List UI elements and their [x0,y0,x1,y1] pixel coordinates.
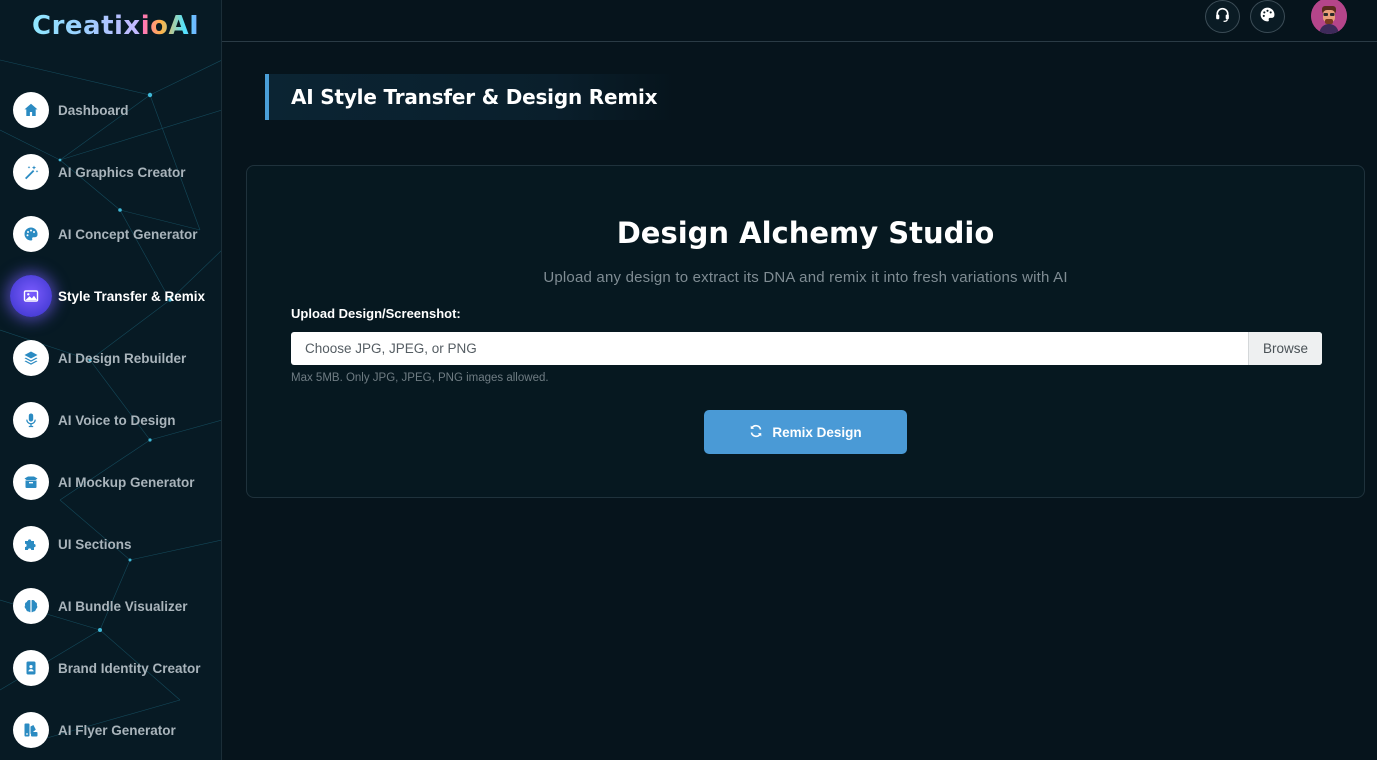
box-icon [13,464,49,500]
theme-button[interactable] [1250,0,1285,33]
sidebar-item-label: AI Design Rebuilder [58,350,187,366]
swatch-icon [13,712,49,748]
page-title-bar: AI Style Transfer & Design Remix [265,74,675,120]
sidebar-item-ai-flyer-generator[interactable]: AI Flyer Generator [0,699,221,760]
sidebar-item-ai-graphics-creator[interactable]: AI Graphics Creator [0,141,221,203]
sidebar-item-label: AI Concept Generator [58,226,198,242]
sidebar-item-dashboard[interactable]: Dashboard [0,79,221,141]
file-input-placeholder: Choose JPG, JPEG, or PNG [305,341,477,356]
remix-design-label: Remix Design [772,424,862,440]
sidebar-item-label: Brand Identity Creator [58,660,201,676]
brain-icon [13,588,49,624]
sidebar-item-ai-design-rebuilder[interactable]: AI Design Rebuilder [0,327,221,389]
top-header [222,0,1377,42]
sidebar-item-label: AI Mockup Generator [58,474,195,490]
card-title: Design Alchemy Studio [616,216,995,250]
palette-icon [13,216,49,252]
card-subtitle: Upload any design to extract its DNA and… [543,269,1068,286]
sidebar-item-label: Style Transfer & Remix [58,288,206,304]
sidebar-item-ai-bundle-visualizer[interactable]: AI Bundle Visualizer [0,575,221,637]
user-avatar[interactable] [1311,0,1347,34]
remix-design-button[interactable]: Remix Design [704,410,907,454]
sidebar-item-ai-voice-to-design[interactable]: AI Voice to Design [0,389,221,451]
browse-button[interactable]: Browse [1248,332,1322,365]
sidebar-item-ai-mockup-generator[interactable]: AI Mockup Generator [0,451,221,513]
sidebar-item-ui-sections[interactable]: UI Sections [0,513,221,575]
home-icon [13,92,49,128]
sidebar-item-label: AI Graphics Creator [58,164,186,180]
headset-icon [1214,6,1231,28]
id-card-icon [13,650,49,686]
sidebar: Creatix ioAI Dashboard AI Graphics Creato… [0,0,222,760]
remix-card: Design Alchemy Studio Upload any design … [246,165,1365,498]
logo-main-text: Creatix [32,11,141,41]
sidebar-item-label: AI Flyer Generator [58,722,176,738]
upload-help-text: Max 5MB. Only JPG, JPEG, PNG images allo… [291,372,549,384]
sidebar-item-label: Dashboard [58,102,129,118]
sidebar-item-style-transfer-remix[interactable]: Style Transfer & Remix [0,265,221,327]
logo-accent-text: ioAI [140,11,200,41]
layers-icon [13,340,49,376]
page-title: AI Style Transfer & Design Remix [291,85,658,109]
upload-label: Upload Design/Screenshot: [291,306,461,321]
palette-icon [1259,6,1276,28]
support-button[interactable] [1205,0,1240,33]
puzzle-icon [13,526,49,562]
sidebar-nav: Dashboard AI Graphics Creator AI Concept… [0,79,221,760]
sidebar-item-label: AI Voice to Design [58,412,176,428]
brand-logo[interactable]: Creatix ioAI [32,10,199,42]
microphone-icon [13,402,49,438]
sync-icon [749,424,763,441]
sidebar-item-ai-concept-generator[interactable]: AI Concept Generator [0,203,221,265]
sidebar-item-label: UI Sections [58,536,132,552]
magic-wand-icon [13,154,49,190]
sidebar-item-label: AI Bundle Visualizer [58,598,188,614]
image-icon [10,275,52,317]
sidebar-item-brand-identity-creator[interactable]: Brand Identity Creator [0,637,221,699]
file-upload-input[interactable]: Choose JPG, JPEG, or PNG Browse [291,332,1322,365]
